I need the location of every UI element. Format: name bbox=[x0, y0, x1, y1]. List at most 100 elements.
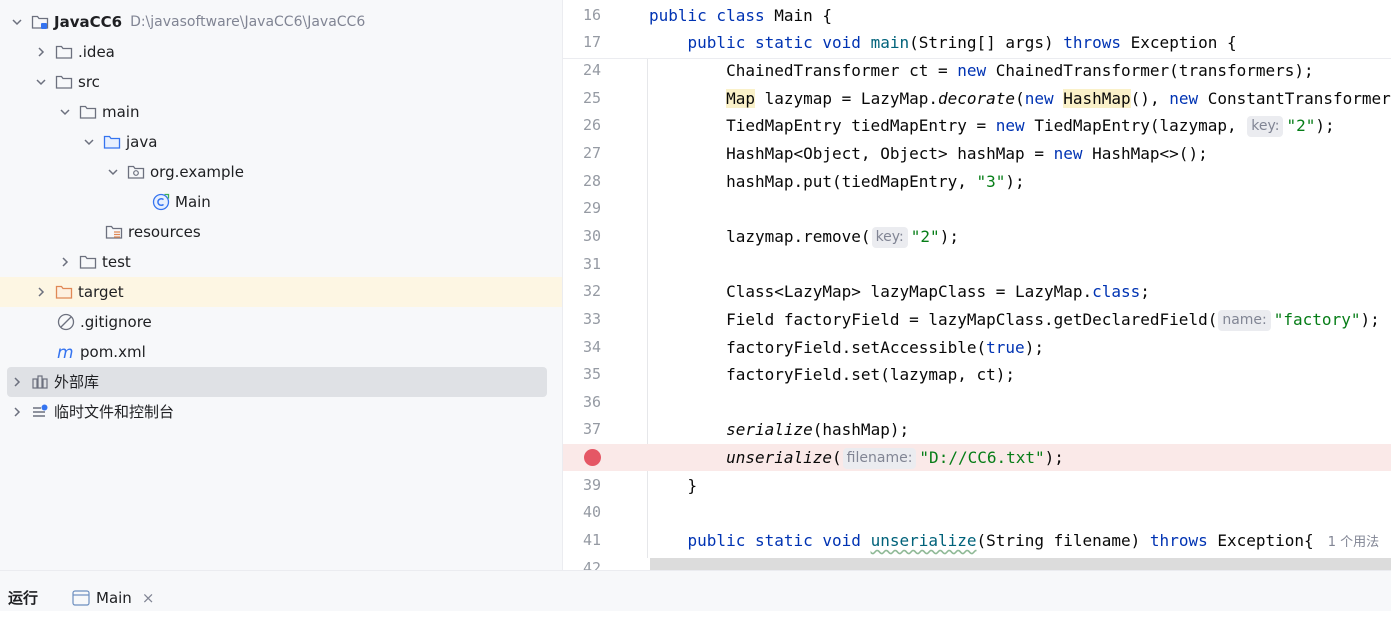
code-line[interactable]: 24 ChainedTransformer ct = new ChainedTr… bbox=[563, 57, 1391, 84]
code-token: ; bbox=[1140, 282, 1150, 302]
tree-item-gitignore[interactable]: .gitignore bbox=[0, 307, 562, 337]
tree-item-label: test bbox=[102, 253, 131, 271]
line-number[interactable]: 30 bbox=[563, 223, 601, 250]
code-line[interactable]: 16 public class Main { bbox=[563, 2, 1391, 29]
code-editor[interactable]: 16 public class Main {17 public static vo… bbox=[563, 0, 1391, 570]
code-line[interactable]: 27 HashMap<Object, Object> hashMap = new… bbox=[563, 140, 1391, 167]
line-number[interactable]: 31 bbox=[563, 251, 601, 278]
code-text[interactable]: public static void unserialize(String fi… bbox=[649, 527, 1380, 556]
tree-item-pom[interactable]: m pom.xml bbox=[0, 337, 562, 367]
run-tab-main[interactable]: Main × bbox=[72, 586, 154, 610]
code-text[interactable]: public class Main { bbox=[649, 2, 832, 29]
code-text[interactable]: unserialize(filename: "D://CC6.txt"); bbox=[649, 444, 1064, 471]
code-text[interactable]: serialize(hashMap); bbox=[649, 416, 909, 443]
code-line[interactable]: 37 serialize(hashMap); bbox=[563, 416, 1391, 443]
line-number[interactable]: 25 bbox=[563, 85, 601, 112]
code-line[interactable]: 30 lazymap.remove(key: "2"); bbox=[563, 223, 1391, 250]
code-line[interactable]: 17 public static void main(String[] args… bbox=[563, 29, 1391, 56]
line-number[interactable]: 16 bbox=[563, 2, 601, 29]
tree-item-resources[interactable]: resources bbox=[0, 217, 562, 247]
code-token: main bbox=[870, 33, 910, 52]
line-number[interactable]: 24 bbox=[563, 57, 601, 84]
parameter-hint: name: bbox=[1218, 309, 1271, 331]
chevron-down-icon[interactable] bbox=[57, 104, 73, 120]
code-token: serialize bbox=[726, 420, 813, 440]
tree-item-label: target bbox=[78, 283, 124, 301]
chevron-right-icon[interactable] bbox=[9, 404, 25, 420]
tree-item-target[interactable]: target bbox=[0, 277, 562, 307]
code-text[interactable]: HashMap<Object, Object> hashMap = new Ha… bbox=[649, 140, 1208, 167]
tree-item-javacc6[interactable]: JavaCC6 D:\javasoftware\JavaCC6\JavaCC6 bbox=[0, 7, 562, 37]
code-line[interactable]: 29 bbox=[563, 195, 1391, 222]
code-text[interactable]: factoryField.setAccessible(true); bbox=[649, 334, 1044, 361]
line-number[interactable]: 37 bbox=[563, 416, 601, 443]
code-text[interactable]: TiedMapEntry tiedMapEntry = new TiedMapE… bbox=[649, 112, 1335, 139]
line-number[interactable]: 26 bbox=[563, 112, 601, 139]
code-token: new bbox=[1169, 88, 1208, 108]
breakpoint-icon[interactable] bbox=[584, 449, 601, 467]
code-token: Class<LazyMap> lazyMapClass = LazyMap. bbox=[649, 282, 1093, 302]
code-text[interactable]: lazymap.remove(key: "2"); bbox=[649, 223, 959, 250]
code-text[interactable]: Field factoryField = lazyMapClass.getDec… bbox=[649, 306, 1380, 333]
code-line[interactable]: 25 Map lazymap = LazyMap.decorate(new Ha… bbox=[563, 85, 1391, 112]
tree-item-main-class[interactable]: Main bbox=[0, 187, 562, 217]
code-text[interactable]: Class<LazyMap> lazyMapClass = LazyMap.cl… bbox=[649, 278, 1150, 305]
sticky-lines[interactable]: 16 public class Main {17 public static vo… bbox=[563, 0, 1391, 59]
tree-item-java[interactable]: java bbox=[0, 127, 562, 157]
tree-item-src[interactable]: src bbox=[0, 67, 562, 97]
code-text[interactable]: ChainedTransformer ct = new ChainedTrans… bbox=[649, 57, 1314, 84]
code-text[interactable]: Map lazymap = LazyMap.decorate(new HashM… bbox=[649, 85, 1391, 112]
code-line[interactable]: 32 Class<LazyMap> lazyMapClass = LazyMap… bbox=[563, 278, 1391, 305]
code-line[interactable]: 35 factoryField.set(lazymap, ct); bbox=[563, 361, 1391, 388]
tree-item-scratches[interactable]: 临时文件和控制台 bbox=[0, 397, 562, 427]
run-label[interactable]: 运行 bbox=[8, 571, 38, 625]
line-number[interactable]: 17 bbox=[563, 29, 601, 56]
code-line[interactable]: 31 bbox=[563, 251, 1391, 278]
line-number[interactable]: 40 bbox=[563, 499, 601, 526]
tree-item-org-example[interactable]: org.example bbox=[0, 157, 562, 187]
code-line[interactable]: 41 public static void unserialize(String… bbox=[563, 527, 1391, 554]
chevron-right-icon[interactable] bbox=[33, 284, 49, 300]
module-folder-icon bbox=[31, 13, 49, 31]
code-text[interactable]: hashMap.put(tiedMapEntry, "3"); bbox=[649, 168, 1025, 195]
chevron-down-icon[interactable] bbox=[105, 164, 121, 180]
line-number[interactable]: 42 bbox=[563, 555, 601, 570]
code-token: ); bbox=[939, 226, 959, 246]
line-number[interactable]: 29 bbox=[563, 195, 601, 222]
line-number[interactable]: 41 bbox=[563, 527, 601, 554]
line-number[interactable]: 27 bbox=[563, 140, 601, 167]
line-number[interactable]: 36 bbox=[563, 389, 601, 416]
chevron-right-icon[interactable] bbox=[33, 44, 49, 60]
code-line[interactable]: 34 factoryField.setAccessible(true); bbox=[563, 334, 1391, 361]
chevron-down-icon[interactable] bbox=[81, 134, 97, 150]
code-line[interactable]: 26 TiedMapEntry tiedMapEntry = new TiedM… bbox=[563, 112, 1391, 139]
code-text[interactable]: public static void main(String[] args) t… bbox=[649, 29, 1237, 56]
tree-item-idea[interactable]: .idea bbox=[0, 37, 562, 67]
code-text[interactable]: factoryField.set(lazymap, ct); bbox=[649, 361, 1015, 388]
close-icon[interactable]: × bbox=[142, 589, 155, 607]
line-number[interactable]: 35 bbox=[563, 361, 601, 388]
tree-item-external-libraries[interactable]: 外部库 bbox=[7, 367, 547, 397]
tree-item-test[interactable]: test bbox=[0, 247, 562, 277]
tree-item-label: 临时文件和控制台 bbox=[54, 403, 175, 421]
code-line[interactable]: 33 Field factoryField = lazyMapClass.get… bbox=[563, 306, 1391, 333]
code-line-breakpoint[interactable]: unserialize(filename: "D://CC6.txt"); bbox=[563, 444, 1391, 472]
horizontal-scrollbar[interactable] bbox=[650, 558, 1391, 570]
chevron-right-icon[interactable] bbox=[9, 374, 25, 390]
code-text[interactable]: } bbox=[649, 472, 698, 499]
line-number[interactable]: 28 bbox=[563, 168, 601, 195]
chevron-down-icon[interactable] bbox=[9, 14, 25, 30]
tree-item-main[interactable]: main bbox=[0, 97, 562, 127]
code-line[interactable]: 39 } bbox=[563, 472, 1391, 499]
code-line[interactable]: 40 bbox=[563, 499, 1391, 526]
code-line[interactable]: 36 bbox=[563, 389, 1391, 416]
line-number[interactable]: 33 bbox=[563, 306, 601, 333]
line-number[interactable]: 32 bbox=[563, 278, 601, 305]
line-number[interactable]: 39 bbox=[563, 472, 601, 499]
code-token: } bbox=[649, 475, 698, 495]
chevron-down-icon[interactable] bbox=[33, 74, 49, 90]
line-number[interactable]: 34 bbox=[563, 334, 601, 361]
chevron-right-icon[interactable] bbox=[57, 254, 73, 270]
code-line[interactable]: 28 hashMap.put(tiedMapEntry, "3"); bbox=[563, 168, 1391, 195]
source-folder-icon bbox=[103, 133, 121, 151]
